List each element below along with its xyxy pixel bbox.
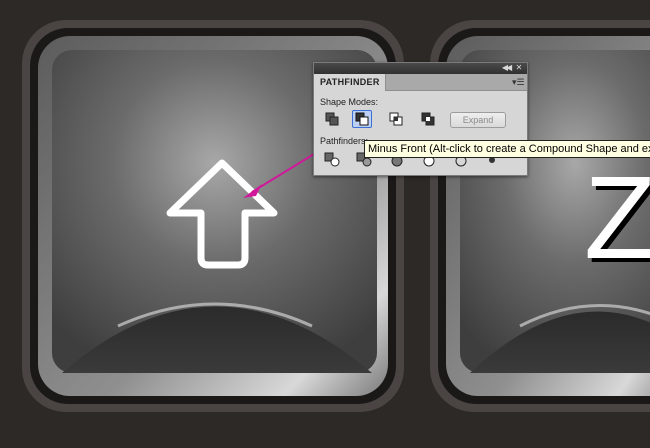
tab-pathfinder[interactable]: PATHFINDER bbox=[314, 74, 386, 91]
divide-button[interactable] bbox=[322, 151, 342, 169]
double-chevron-left-icon[interactable]: ◀◀ bbox=[501, 64, 512, 72]
intersect-icon bbox=[389, 112, 403, 126]
key-letter: Z bbox=[584, 152, 650, 284]
unite-icon bbox=[325, 112, 339, 126]
panel-title-bar[interactable]: ◀◀ ✕ bbox=[314, 63, 527, 74]
pathfinder-panel: ◀◀ ✕ PATHFINDER ▾☰ Shape Modes: Expand P… bbox=[313, 62, 528, 176]
shape-modes-label: Shape Modes: bbox=[320, 97, 379, 107]
close-icon[interactable]: ✕ bbox=[515, 64, 523, 72]
tooltip: Minus Front (Alt-click to create a Compo… bbox=[364, 140, 650, 158]
expand-button[interactable]: Expand bbox=[450, 112, 506, 128]
intersect-button[interactable] bbox=[386, 110, 406, 128]
divide-icon bbox=[324, 152, 340, 167]
panel-tab-row: PATHFINDER ▾☰ bbox=[314, 74, 527, 91]
unite-button[interactable] bbox=[322, 110, 342, 128]
minus-front-icon bbox=[355, 112, 369, 126]
exclude-button[interactable] bbox=[418, 110, 438, 128]
minus-front-button[interactable] bbox=[352, 110, 372, 128]
panel-menu-icon[interactable]: ▾☰ bbox=[512, 77, 525, 87]
exclude-icon bbox=[421, 112, 435, 126]
pathfinders-label: Pathfinders: bbox=[320, 136, 369, 146]
